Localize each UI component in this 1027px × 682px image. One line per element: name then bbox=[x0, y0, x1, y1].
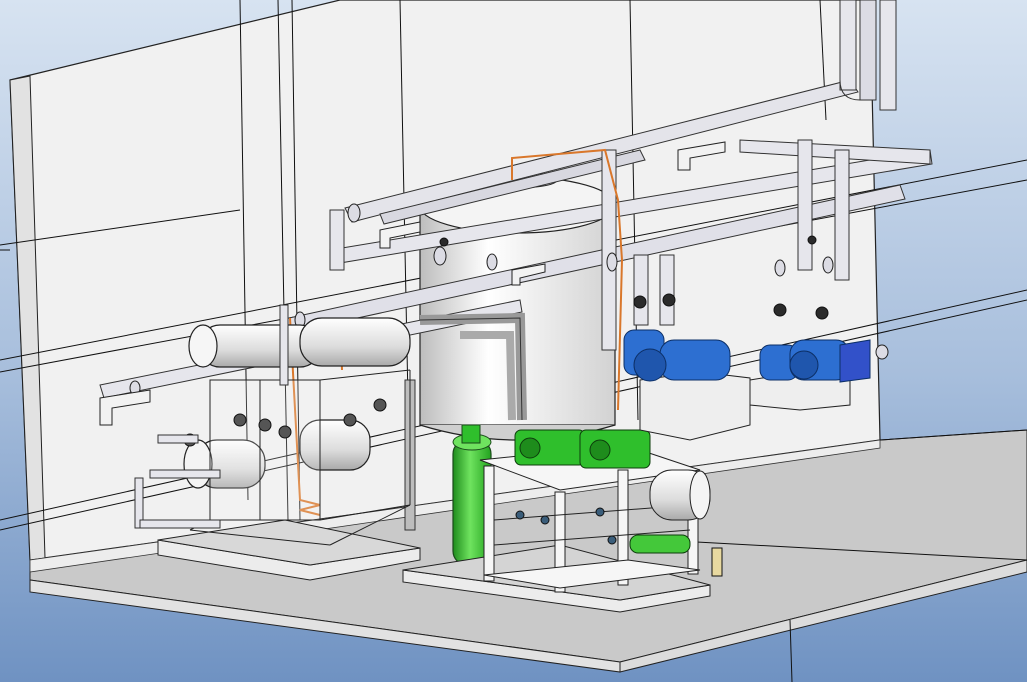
cad-viewport[interactable] bbox=[0, 0, 1027, 682]
plant-model-scene bbox=[0, 0, 1027, 682]
